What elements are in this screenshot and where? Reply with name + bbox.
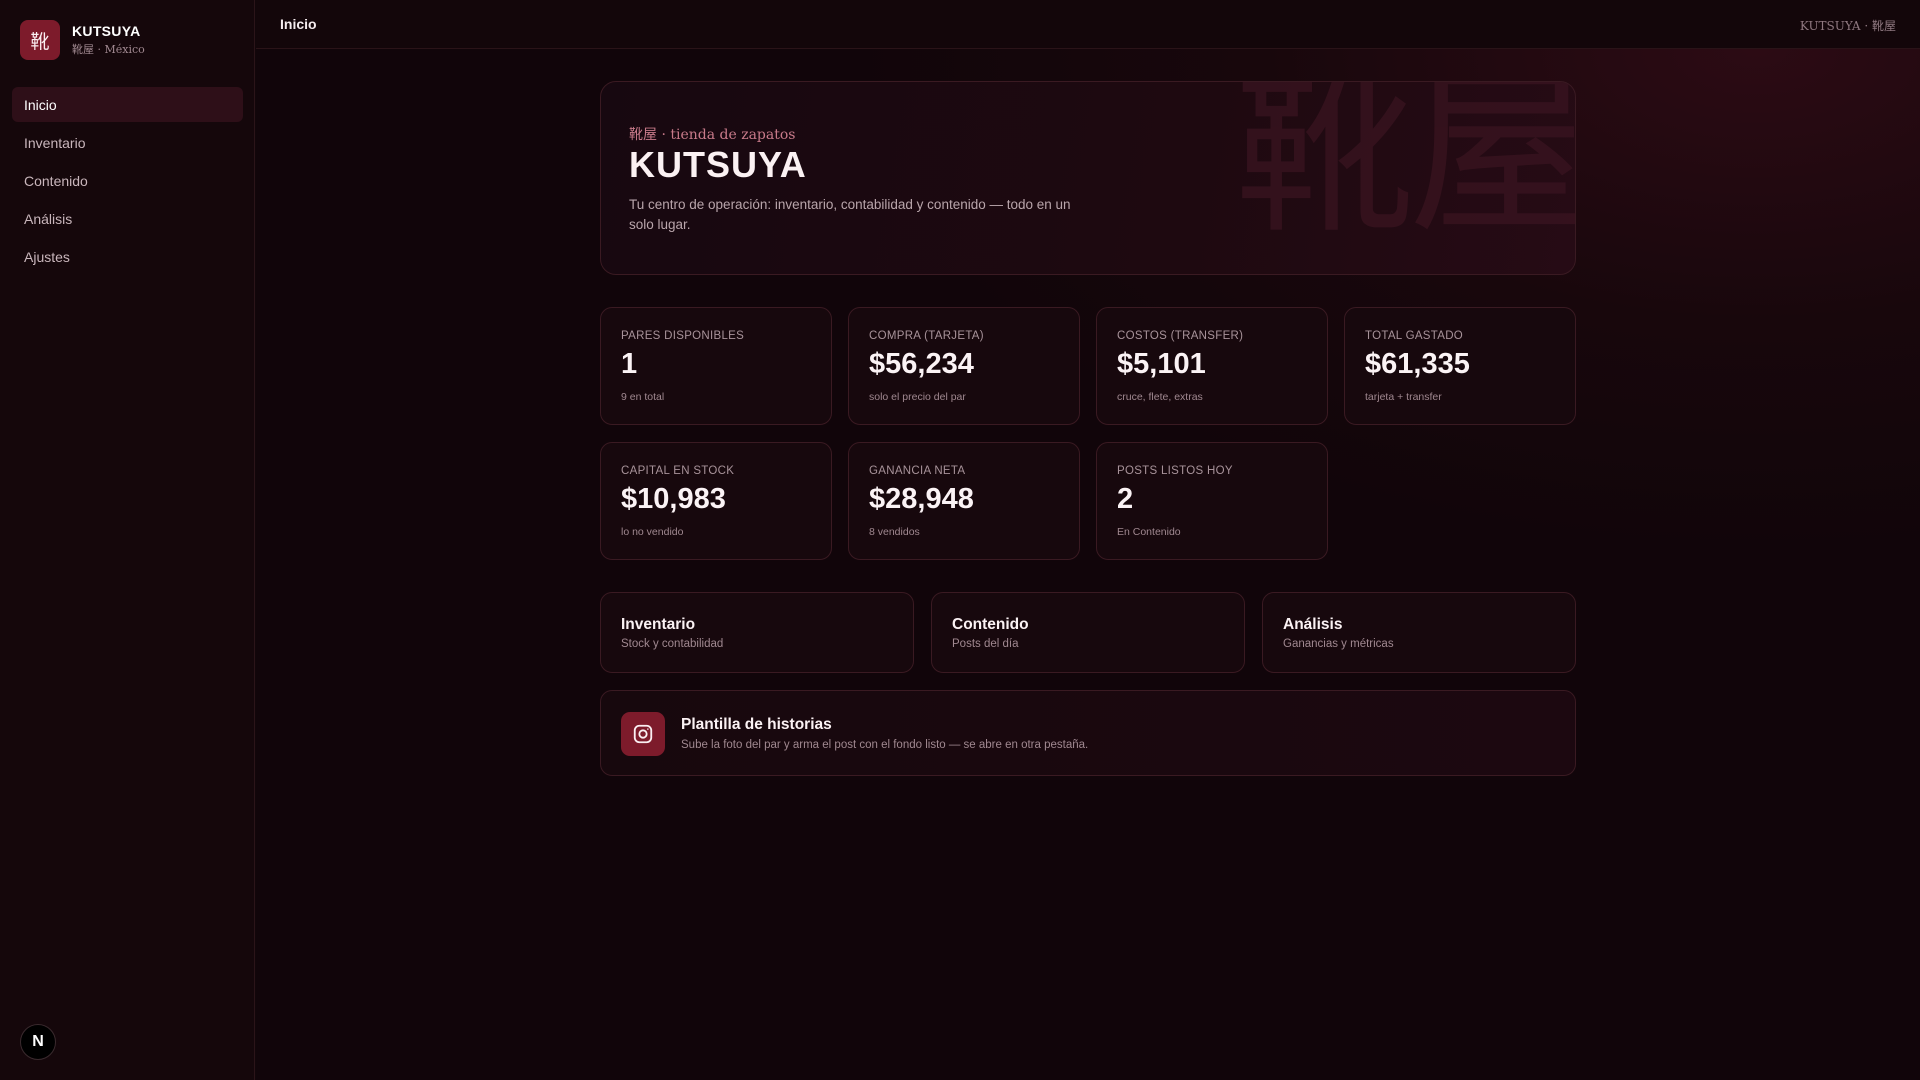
stat-value: $5,101 [1117,348,1206,380]
stat-label: PARES DISPONIBLES [621,330,745,342]
story-title: Plantilla de historias [681,716,832,733]
link-card-title: Contenido [952,616,1029,633]
topbar-brand: KUTSUYA · 靴屋 [1799,19,1896,33]
stat-card-total-gastado: TOTAL GASTADO $61,335 tarjeta + transfer [1344,307,1576,425]
stat-note: solo el precio del par [869,391,966,403]
topbar: Inicio KUTSUYA · 靴屋 [256,0,1920,49]
story-subtitle: Sube la foto del par y arma el post con … [681,739,1089,751]
sidebar-item-contenido[interactable]: Contenido [12,163,243,198]
stat-value: $28,948 [869,483,974,515]
stat-label: POSTS LISTOS HOY [1117,465,1233,477]
stat-card-ganancia-neta: GANANCIA NETA $28,948 8 vendidos [848,442,1080,560]
stat-note: 8 vendidos [869,526,920,538]
brand-name: KUTSUYA [72,23,141,39]
instagram-icon [621,712,665,756]
stat-card-pares-disponibles: PARES DISPONIBLES 1 9 en total [600,307,832,425]
link-card-title: Inventario [621,616,696,633]
hero-description: Tu centro de operación: inventario, cont… [629,197,1071,232]
stat-value: $61,335 [1365,348,1470,380]
analisis-link-card[interactable]: Análisis Ganancias y métricas [1262,592,1576,673]
link-card-title: Análisis [1283,616,1343,633]
hero-title: KUTSUYA [629,144,807,185]
stat-note: lo no vendido [621,526,684,538]
stat-card-capital-en-stock: CAPITAL EN STOCK $10,983 lo no vendido [600,442,832,560]
stat-label: COSTOS (TRANSFER) [1117,330,1244,342]
story-template-card[interactable]: Plantilla de historias Sube la foto del … [600,690,1576,776]
stat-label: COMPRA (TARJETA) [869,330,984,342]
stat-note: En Contenido [1117,526,1181,538]
stat-label: GANANCIA NETA [869,465,966,477]
contenido-link-card[interactable]: Contenido Posts del día [931,592,1245,673]
stat-value: $56,234 [869,348,974,380]
link-card-subtitle: Posts del día [952,638,1019,650]
brand[interactable]: 靴 KUTSUYA 靴屋 · México [20,20,145,60]
stat-note: cruce, flete, extras [1117,391,1203,403]
stat-value: $10,983 [621,483,726,515]
stat-label: CAPITAL EN STOCK [621,465,735,477]
brand-logo: 靴 [20,20,60,60]
sidebar-item-inventario[interactable]: Inventario [12,125,243,160]
dev-tools-badge[interactable]: N [20,1024,56,1060]
stat-card-posts-listos-hoy: POSTS LISTOS HOY 2 En Contenido [1096,442,1328,560]
hero-banner: 靴屋 靴屋 · tienda de zapatos KUTSUYA Tu cen… [600,81,1576,275]
stat-note: tarjeta + transfer [1365,391,1442,403]
stat-card-compra-tarjeta: COMPRA (TARJETA) $56,234 solo el precio … [848,307,1080,425]
brand-subtitle: 靴屋 · México [72,43,145,56]
stat-note: 9 en total [621,391,665,403]
sidebar-item-ajustes[interactable]: Ajustes [12,239,243,274]
stat-value: 1 [621,348,638,380]
page-title: Inicio [280,16,317,32]
sidebar: 靴 KUTSUYA 靴屋 · México Inicio Inventario … [0,0,255,1080]
inventario-link-card[interactable]: Inventario Stock y contabilidad [600,592,914,673]
stat-card-costos-transfer: COSTOS (TRANSFER) $5,101 cruce, flete, e… [1096,307,1328,425]
stat-label: TOTAL GASTADO [1365,330,1464,342]
hero-subtitle: 靴屋 · tienda de zapatos [629,127,796,143]
sidebar-nav: Inicio Inventario Contenido Análisis Aju… [12,87,243,277]
link-card-subtitle: Stock y contabilidad [621,638,724,650]
sidebar-item-inicio[interactable]: Inicio [12,87,243,122]
stat-value: 2 [1117,483,1134,515]
hero-kanji-watermark: 靴屋 [1234,81,1576,258]
sidebar-item-analisis[interactable]: Análisis [12,201,243,236]
brand-text: KUTSUYA 靴屋 · México [72,23,145,57]
link-card-subtitle: Ganancias y métricas [1283,638,1394,650]
